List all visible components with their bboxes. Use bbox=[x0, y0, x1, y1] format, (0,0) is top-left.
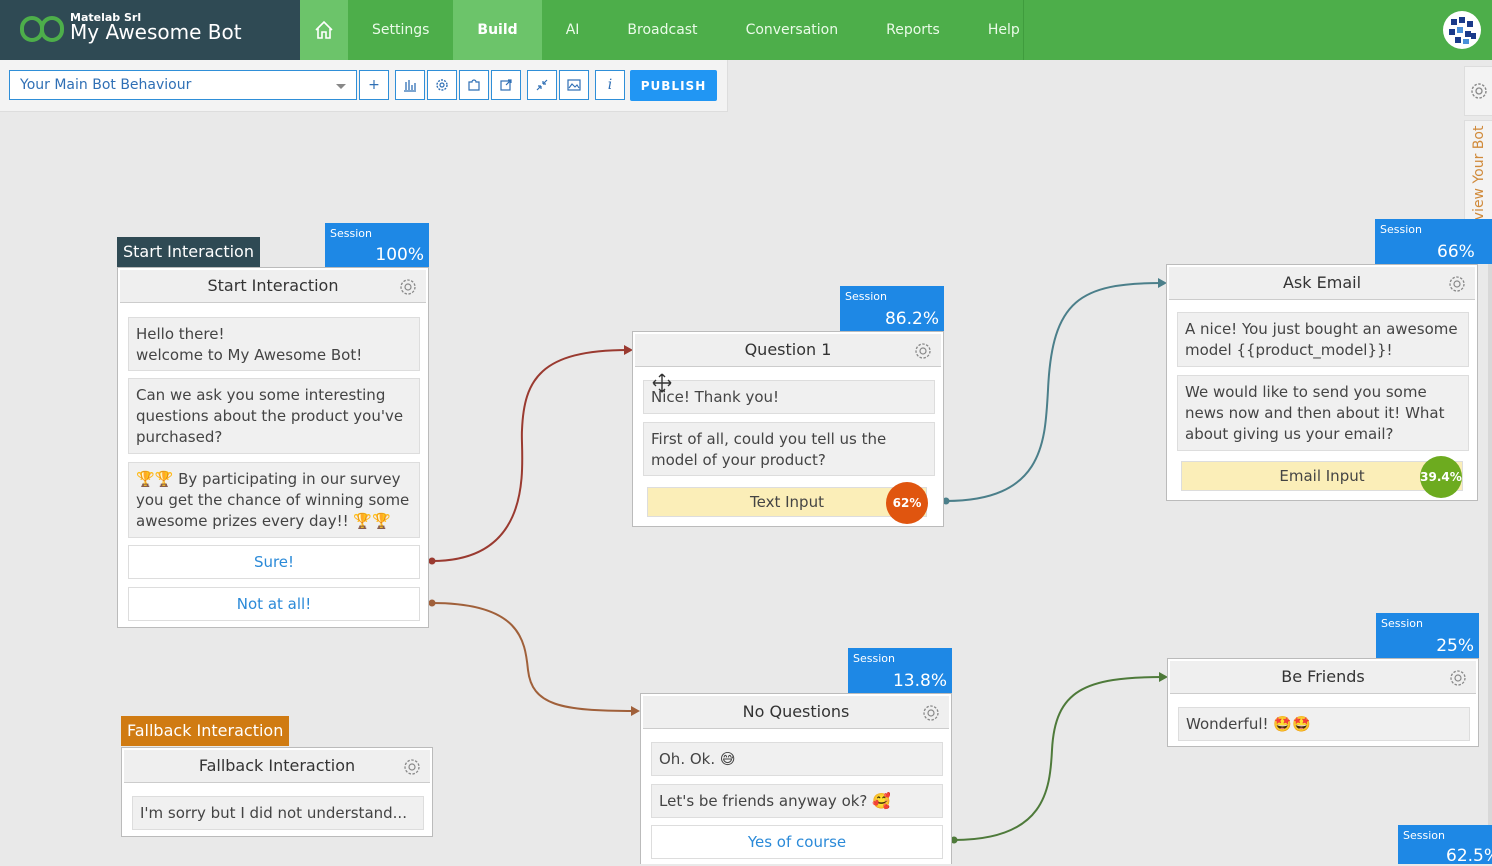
link-textinput-to-askemail[interactable] bbox=[945, 282, 1163, 502]
link-notatall-to-noquestions[interactable] bbox=[431, 602, 636, 712]
message-bubble[interactable]: Nice! Thank you! bbox=[643, 380, 935, 414]
message-bubble[interactable]: Hello there! welcome to My Awesome Bot! bbox=[128, 317, 420, 371]
quick-reply-yes-of-course[interactable]: Yes of course bbox=[651, 825, 943, 859]
session-value: 66% bbox=[1437, 242, 1475, 262]
message-bubble[interactable]: Can we ask you some interesting question… bbox=[128, 378, 420, 454]
session-label: Session bbox=[330, 227, 372, 240]
conversion-badge: 62% bbox=[886, 482, 928, 524]
node-title: Start Interaction bbox=[207, 276, 339, 295]
node-header[interactable]: Ask Email bbox=[1169, 267, 1475, 300]
gear-icon[interactable] bbox=[1447, 274, 1467, 294]
session-label: Session bbox=[845, 290, 887, 303]
link-sure-to-question1[interactable] bbox=[431, 349, 629, 562]
offscreen-session-badge: Session 62.5% bbox=[1398, 825, 1492, 866]
message-bubble[interactable]: Let's be friends anyway ok? 🥰 bbox=[651, 784, 943, 818]
session-label: Session bbox=[853, 652, 895, 665]
session-value: 100% bbox=[375, 245, 424, 265]
message-bubble[interactable]: We would like to send you some news now … bbox=[1177, 375, 1469, 451]
message-bubble[interactable]: I'm sorry but I did not understand... bbox=[132, 796, 424, 830]
link-port bbox=[428, 557, 436, 565]
node-no-questions[interactable]: No Questions Oh. Ok. 😅 Let's be friends … bbox=[640, 693, 952, 864]
noquestions-session-badge: Session 13.8% bbox=[848, 648, 952, 693]
session-value: 25% bbox=[1436, 636, 1474, 656]
node-title: Question 1 bbox=[744, 340, 832, 359]
message-bubble[interactable]: Wonderful! 🤩🤩 bbox=[1178, 707, 1470, 741]
node-question-1[interactable]: Question 1 Nice! Thank you! First of all… bbox=[632, 331, 944, 527]
message-bubble[interactable]: First of all, could you tell us the mode… bbox=[643, 422, 935, 476]
gear-icon[interactable] bbox=[1448, 668, 1468, 688]
message-bubble[interactable]: Oh. Ok. 😅 bbox=[651, 742, 943, 776]
session-label: Session bbox=[1380, 223, 1422, 236]
link-yes-to-befriends[interactable] bbox=[953, 676, 1164, 841]
session-value: 62.5% bbox=[1446, 846, 1492, 866]
node-header[interactable]: Be Friends bbox=[1170, 661, 1476, 694]
gear-icon[interactable] bbox=[913, 341, 933, 361]
befriends-session-badge: Session 25% bbox=[1376, 613, 1479, 658]
session-label: Session bbox=[1381, 617, 1423, 630]
gear-icon[interactable] bbox=[921, 703, 941, 723]
message-bubble[interactable]: A nice! You just bought an awesome model… bbox=[1177, 312, 1469, 367]
node-fallback-interaction[interactable]: Fallback Interaction I'm sorry but I did… bbox=[121, 747, 433, 837]
gear-icon[interactable] bbox=[398, 277, 418, 297]
gear-icon[interactable] bbox=[402, 757, 422, 777]
session-value: 86.2% bbox=[884, 309, 939, 329]
move-cursor-icon bbox=[652, 373, 672, 393]
arrow-head bbox=[631, 706, 640, 716]
fallback-interaction-tag: Fallback Interaction bbox=[121, 716, 290, 746]
node-header[interactable]: Question 1 bbox=[635, 334, 941, 367]
askemail-session-badge: Session 66% bbox=[1375, 219, 1492, 264]
conversion-badge: 39.4% bbox=[1420, 456, 1462, 498]
node-header[interactable]: Fallback Interaction bbox=[124, 750, 430, 783]
quick-reply-not-at-all[interactable]: Not at all! bbox=[128, 587, 420, 621]
text-input-block[interactable]: Text Input bbox=[647, 487, 927, 517]
node-header[interactable]: Start Interaction bbox=[120, 270, 426, 303]
node-header[interactable]: No Questions bbox=[643, 696, 949, 729]
start-interaction-tag: Start Interaction bbox=[117, 237, 260, 267]
question1-session-badge: Session 86.2% bbox=[840, 286, 944, 331]
node-title: Fallback Interaction bbox=[198, 756, 356, 775]
link-port bbox=[428, 599, 436, 607]
node-title: Ask Email bbox=[1282, 273, 1362, 292]
node-start-interaction[interactable]: Start Interaction Hello there! welcome t… bbox=[117, 267, 429, 628]
quick-reply-sure[interactable]: Sure! bbox=[128, 545, 420, 579]
start-session-badge: Session 100% bbox=[325, 223, 429, 267]
session-label: Session bbox=[1403, 829, 1445, 842]
session-value: 13.8% bbox=[892, 671, 947, 691]
message-bubble[interactable]: 🏆🏆 By participating in our survey you ge… bbox=[128, 462, 420, 538]
node-title: No Questions bbox=[742, 702, 850, 721]
node-be-friends[interactable]: Be Friends Wonderful! 🤩🤩 bbox=[1167, 658, 1479, 747]
node-title: Be Friends bbox=[1281, 667, 1365, 686]
node-ask-email[interactable]: Ask Email A nice! You just bought an awe… bbox=[1166, 264, 1478, 501]
